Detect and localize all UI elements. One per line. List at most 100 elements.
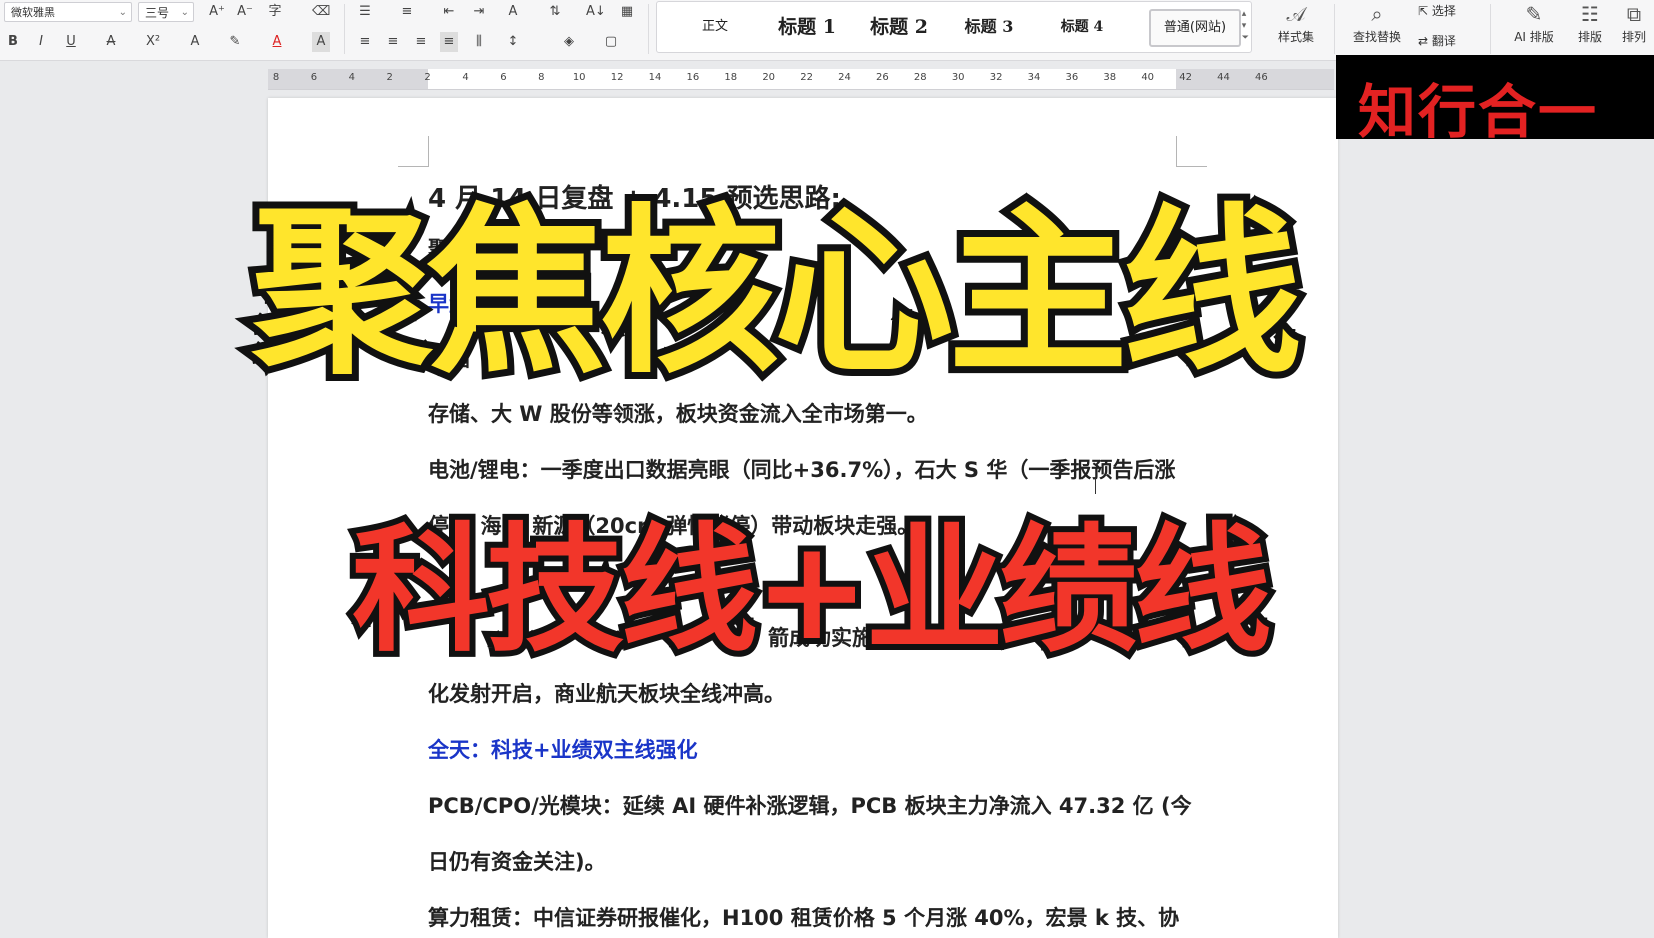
ruler-tick-label: 18 (724, 72, 738, 83)
asian-layout-icon[interactable]: A↓ (586, 2, 606, 22)
layout-label: 排版 (1577, 30, 1602, 44)
grow-font-icon[interactable]: A⁺ (208, 2, 226, 22)
ai-layout-button[interactable]: ✎ AI 排版 (1502, 0, 1566, 45)
doc-line: 算力租赁：中信证券研报催化，H100 租赁价格 5 个月涨 40%，宏景 k 技… (428, 906, 1180, 930)
strikethrough-icon[interactable]: A (102, 32, 120, 52)
font-name-select[interactable]: 微软雅黑 ⌄ (4, 2, 132, 22)
ruler-tick-label: 42 (1179, 72, 1192, 83)
ruler-tick-label: 4 (348, 72, 355, 83)
style-heading-4[interactable]: 标题 4 (1053, 14, 1111, 40)
select-button[interactable]: ⇱ 选择 (1418, 2, 1482, 19)
clear-format-icon[interactable]: ⌫ (312, 2, 330, 22)
ribbon-toolbar: 微软雅黑 ⌄ 三号 ⌄ A⁺ A⁻ 字 ⌫ B I U A X² A ✎ A A… (0, 0, 1654, 61)
chevron-down-icon: ⌄ (180, 7, 189, 18)
cursor-select-icon: ⇱ (1418, 4, 1432, 18)
style-set-icon: 𝒜 (1286, 2, 1306, 26)
ruler-tick-label: 6 (500, 72, 507, 83)
style-set-button[interactable]: 𝒜 样式集 (1266, 0, 1326, 45)
text-effect-icon[interactable]: A (186, 32, 204, 52)
style-set-label: 样式集 (1277, 30, 1314, 44)
doc-line: 存储、大 W 股份等领涨，板块资金流入全市场第一。 (428, 402, 928, 426)
doc-line: PCB/CPO/光模块：延续 AI 硬件补涨逻辑，PCB 板块主力净流入 47.… (428, 794, 1192, 818)
ruler-tick-label: 32 (989, 72, 1003, 83)
ruler-tick-label: 10 (572, 72, 586, 83)
ruler-tick-label: 6 (310, 72, 318, 83)
bold-icon[interactable]: B (4, 32, 22, 52)
font-name-value: 微软雅黑 (11, 6, 55, 19)
font-size-value: 三号 (145, 6, 170, 20)
sort-icon[interactable]: ⇅ (546, 2, 564, 22)
shading-icon[interactable]: ◈ (560, 32, 578, 52)
brand-text: 知行合一 (1358, 78, 1599, 146)
distribute-icon[interactable]: ⫼ (470, 32, 488, 52)
ruler-tick-label: 26 (876, 72, 889, 83)
style-normal[interactable]: 正文 (685, 14, 745, 40)
justify-icon[interactable]: ≡ (440, 32, 458, 52)
align-center-icon[interactable]: ≡ (384, 32, 402, 52)
text-direction-icon[interactable]: A (504, 2, 522, 22)
ruler-tick-label: 2 (386, 72, 393, 83)
style-heading-2[interactable]: 标题 2 (861, 14, 937, 40)
ruler-tick-label: 28 (913, 72, 927, 83)
shrink-font-icon[interactable]: A⁻ (236, 2, 254, 22)
margin-corner-mark (398, 136, 429, 167)
table-grid-icon[interactable]: ▦ (618, 2, 636, 22)
arrange-button[interactable]: ⧉ 排列 (1614, 0, 1654, 45)
ruler-tick-label: 16 (686, 72, 700, 83)
numbered-list-icon[interactable]: ≡ (398, 2, 416, 22)
styles-gallery: 正文 标题 1 标题 2 标题 3 标题 4 普通(网站) ▴ ▾ ⏷ (656, 1, 1252, 53)
bullet-list-icon[interactable]: ☰ (356, 2, 374, 22)
ruler-tick-label: 14 (648, 72, 662, 83)
translate-button[interactable]: ⇄ 翻译 (1418, 32, 1482, 49)
italic-icon[interactable]: I (32, 32, 50, 52)
divider (648, 4, 649, 54)
style-heading-3[interactable]: 标题 3 (957, 14, 1021, 40)
highlight-icon[interactable]: ✎ (226, 32, 244, 52)
line-spacing-icon[interactable]: ↕ (504, 32, 522, 52)
arrange-icon: ⧉ (1626, 2, 1642, 26)
arrange-label: 排列 (1621, 30, 1646, 44)
underline-icon[interactable]: U (62, 32, 80, 52)
ai-layout-label: AI 排版 (1514, 30, 1554, 44)
borders-icon[interactable]: ▢ (602, 32, 620, 52)
ruler-tick-label: 24 (838, 72, 851, 83)
style-heading-1[interactable]: 标题 1 (767, 14, 847, 40)
decrease-indent-icon[interactable]: ⇤ (440, 2, 458, 22)
ruler-tick-label: 34 (1027, 72, 1041, 83)
ruler-tick-label: 22 (800, 72, 813, 83)
ruler-tick-label: 44 (1217, 72, 1230, 83)
char-shading-icon[interactable]: A (312, 32, 330, 52)
divider (1490, 4, 1491, 54)
align-left-icon[interactable]: ≡ (356, 32, 374, 52)
font-color-icon[interactable]: A (268, 32, 286, 52)
find-replace-button[interactable]: ⌕ 查找替换 (1344, 0, 1410, 45)
align-right-icon[interactable]: ≡ (412, 32, 430, 52)
divider (1334, 4, 1335, 54)
phonetic-icon[interactable]: 字 (266, 2, 284, 22)
margin-corner-mark (1176, 136, 1207, 167)
ruler-tick-label: 38 (1103, 72, 1117, 83)
subheadline-overlay: 科技线+业绩线 (346, 505, 1278, 675)
gallery-scroll-icon[interactable]: ▴ ▾ ⏷ (1242, 8, 1249, 44)
doc-line-blue: 全天：科技+业绩双主线强化 (428, 738, 698, 762)
headline-overlay: 聚焦核心主线 (245, 183, 1309, 404)
search-icon: ⌕ (1371, 2, 1383, 26)
ruler-tick-label: 2 (424, 72, 431, 83)
increase-indent-icon[interactable]: ⇥ (470, 2, 488, 22)
doc-line: 日仍有资金关注)。 (428, 850, 606, 874)
select-label: 选择 (1431, 4, 1456, 18)
layout-icon: ☷ (1581, 2, 1599, 26)
ruler-tick-label: 40 (1141, 72, 1155, 83)
find-replace-label: 查找替换 (1352, 30, 1401, 44)
brand-badge: 知行合一 (1336, 55, 1654, 146)
layout-button[interactable]: ☷ 排版 (1568, 0, 1612, 45)
ruler-tick-label: 12 (610, 72, 624, 83)
translate-icon: ⇄ (1418, 34, 1432, 48)
style-normal-web[interactable]: 普通(网站) (1149, 9, 1241, 47)
divider (344, 4, 345, 54)
text-cursor (1095, 478, 1096, 494)
ruler-tick-label: 20 (762, 72, 776, 83)
font-size-select[interactable]: 三号 ⌄ (138, 2, 194, 22)
horizontal-ruler[interactable]: 8 6 4 2 2 4 6 8 10 12 14 16 18 20 22 24 26 28 30 32 34 36 38 40… (268, 69, 1334, 90)
superscript-icon[interactable]: X² (144, 32, 162, 52)
